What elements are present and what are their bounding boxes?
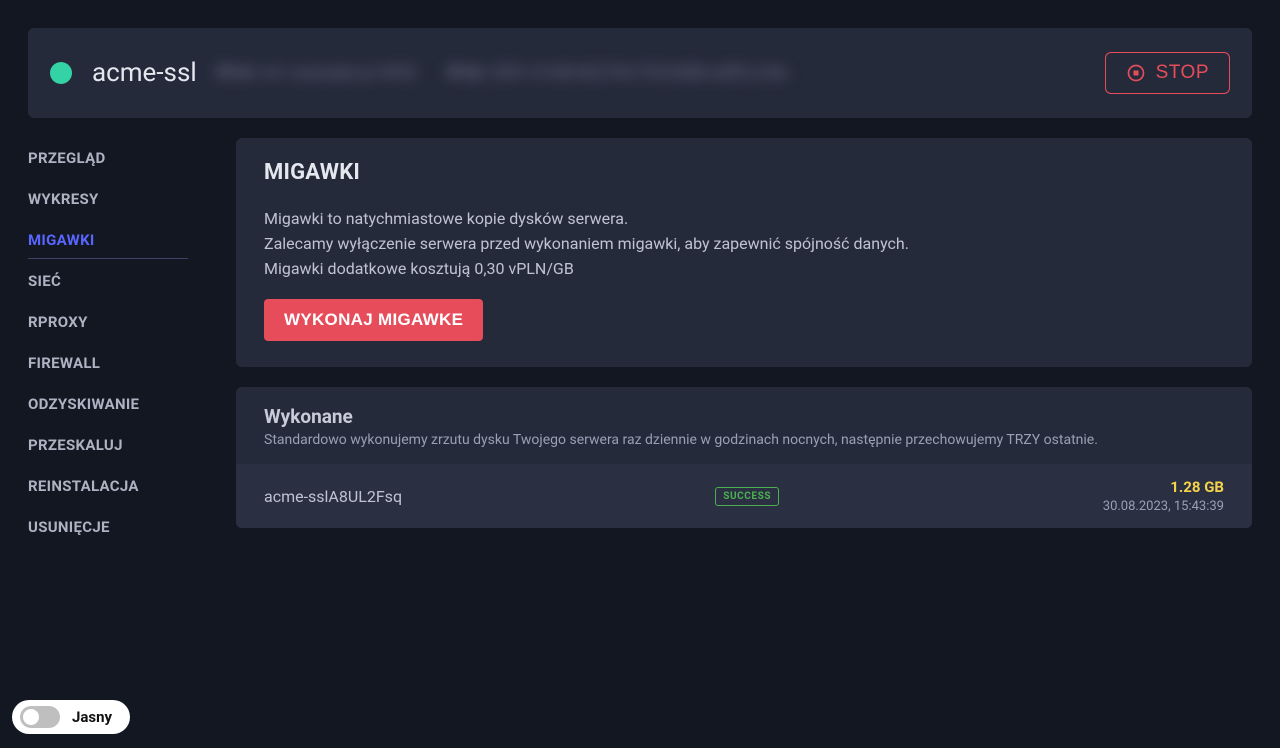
sidebar: PRZEGLĄD WYKRESY MIGAWKI SIEĆ RPROXY FIR… bbox=[28, 138, 188, 550]
snapshot-row[interactable]: acme-sslA8UL2Fsq SUCCESS 1.28 GB 30.08.2… bbox=[236, 464, 1252, 528]
sidebar-item-label: RPROXY bbox=[28, 313, 88, 331]
sidebar-item-reinstall[interactable]: REINSTALACJA bbox=[28, 468, 188, 505]
power-icon bbox=[1126, 63, 1146, 83]
sidebar-item-snapshots[interactable]: MIGAWKI bbox=[28, 222, 188, 259]
theme-toggle[interactable]: Jasny bbox=[12, 700, 130, 734]
sidebar-item-overview[interactable]: PRZEGLĄD bbox=[28, 140, 188, 177]
ipv6-label: IPv6: bbox=[447, 63, 486, 83]
snapshot-name: acme-sslA8UL2Fsq bbox=[264, 487, 715, 506]
status-badge: SUCCESS bbox=[715, 487, 779, 506]
snapshot-meta: 1.28 GB 30.08.2023, 15:43:39 bbox=[1103, 478, 1224, 514]
sidebar-item-label: FIREWALL bbox=[28, 354, 100, 372]
sidebar-item-label: SIEĆ bbox=[28, 272, 61, 290]
snapshot-desc-line-3: Migawki dodatkowe kosztują 0,30 vPLN/GB bbox=[264, 257, 1224, 282]
sidebar-item-label: ODZYSKIWANIE bbox=[28, 395, 139, 413]
sidebar-item-label: PRZEGLĄD bbox=[28, 149, 106, 167]
sidebar-item-label: PRZESKALUJ bbox=[28, 436, 123, 454]
take-snapshot-button-label: WYKONAJ MIGAWKE bbox=[284, 310, 463, 329]
sidebar-item-label: USUNIĘCJE bbox=[28, 518, 110, 536]
sidebar-item-firewall[interactable]: FIREWALL bbox=[28, 345, 188, 382]
snapshot-date: 30.08.2023, 15:43:39 bbox=[1103, 499, 1224, 514]
sidebar-item-charts[interactable]: WYKRESY bbox=[28, 181, 188, 218]
sidebar-item-label: REINSTALACJA bbox=[28, 477, 139, 495]
main-content: MIGAWKI Migawki to natychmiastowe kopie … bbox=[236, 138, 1252, 528]
completed-header: Wykonane Standardowo wykonujemy zrzutu d… bbox=[236, 387, 1252, 464]
snapshot-desc-line-2: Zalecamy wyłączenie serwera przed wykona… bbox=[264, 232, 1224, 257]
completed-snapshots-card: Wykonane Standardowo wykonujemy zrzutu d… bbox=[236, 387, 1252, 528]
status-indicator bbox=[50, 62, 72, 84]
snapshot-status-wrap: SUCCESS bbox=[715, 487, 1103, 506]
sidebar-item-network[interactable]: SIEĆ bbox=[28, 263, 188, 300]
sidebar-item-recovery[interactable]: ODZYSKIWANIE bbox=[28, 386, 188, 423]
ipv4-value: ns1.example.pl 4952 bbox=[260, 63, 417, 83]
completed-subtitle: Standardowo wykonujemy zrzutu dysku Twoj… bbox=[264, 432, 1224, 448]
theme-toggle-label: Jasny bbox=[72, 708, 112, 726]
ipv6-value: 2001:41d8:602:f54:705:8d86:a8f0:c24e bbox=[491, 63, 788, 83]
toggle-track bbox=[20, 706, 60, 728]
snapshots-card: MIGAWKI Migawki to natychmiastowe kopie … bbox=[236, 138, 1252, 367]
take-snapshot-button[interactable]: WYKONAJ MIGAWKE bbox=[264, 299, 483, 341]
sidebar-item-rproxy[interactable]: RPROXY bbox=[28, 304, 188, 341]
server-name: acme-ssl bbox=[92, 58, 197, 88]
ipv4-label: IPv4: bbox=[217, 63, 256, 83]
snapshot-size: 1.28 GB bbox=[1103, 478, 1224, 496]
stop-button-label: STOP bbox=[1156, 62, 1209, 84]
sidebar-item-delete[interactable]: USUNIĘCJE bbox=[28, 509, 188, 546]
sidebar-item-label: MIGAWKI bbox=[28, 231, 95, 249]
completed-title: Wykonane bbox=[264, 405, 1224, 428]
header-address-blur: IPv4: ns1.example.pl 4952 IPv6: 2001:41d… bbox=[217, 63, 1085, 83]
sidebar-item-label: WYKRESY bbox=[28, 190, 99, 208]
stop-button[interactable]: STOP bbox=[1105, 52, 1230, 94]
server-header: acme-ssl IPv4: ns1.example.pl 4952 IPv6:… bbox=[28, 28, 1252, 118]
sidebar-item-rescale[interactable]: PRZESKALUJ bbox=[28, 427, 188, 464]
toggle-thumb bbox=[23, 709, 39, 725]
section-title: MIGAWKI bbox=[264, 160, 1224, 185]
snapshot-desc-line-1: Migawki to natychmiastowe kopie dysków s… bbox=[264, 207, 1224, 232]
